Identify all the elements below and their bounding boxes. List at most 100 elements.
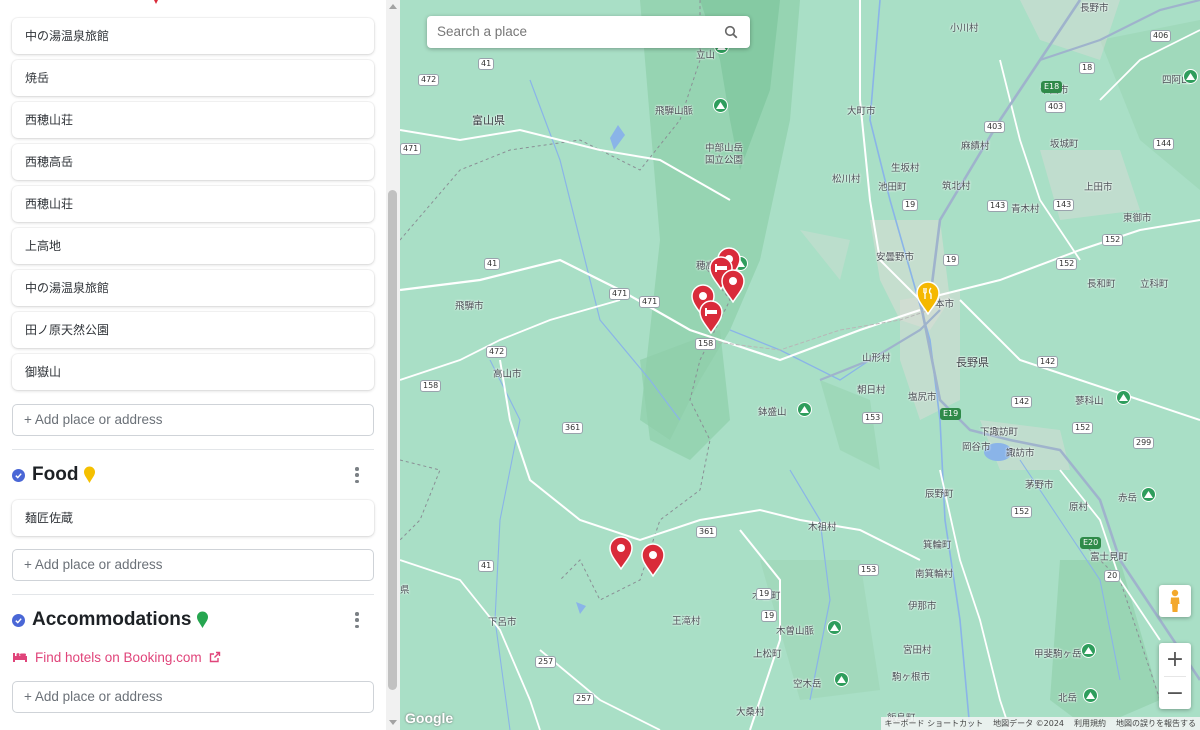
- more-options-icon[interactable]: [354, 467, 360, 483]
- map-label: 伊那市: [908, 601, 937, 612]
- park-icon[interactable]: [713, 98, 728, 113]
- park-icon[interactable]: [797, 402, 812, 417]
- map-pin-icon[interactable]: [720, 269, 746, 303]
- map-label: 飛騨市: [455, 301, 484, 312]
- map-label: 原村: [1069, 502, 1089, 513]
- map-search-input[interactable]: Search a place: [427, 16, 750, 48]
- section-divider: [12, 449, 374, 450]
- map-label: 赤岳: [1118, 493, 1138, 504]
- map-label: 富士見町: [1090, 552, 1129, 563]
- map-label: 箕輪町: [923, 540, 952, 551]
- map-label: 高山市: [493, 369, 522, 380]
- park-icon[interactable]: [827, 620, 842, 635]
- map-label: 池田町: [878, 182, 907, 193]
- route-shield: 403: [984, 121, 1006, 133]
- route-shield: E19: [940, 408, 962, 420]
- route-shield: 406: [1150, 30, 1172, 42]
- food-pin-icon[interactable]: [915, 281, 941, 315]
- park-icon[interactable]: [1141, 487, 1156, 502]
- route-shield: 403: [1045, 101, 1067, 113]
- map-label: 北岳: [1058, 693, 1078, 704]
- check-icon[interactable]: [12, 613, 25, 627]
- terms-link[interactable]: 利用規約: [1074, 717, 1106, 730]
- route-shield: 153: [862, 412, 884, 424]
- check-icon[interactable]: [12, 468, 25, 482]
- route-shield: 41: [484, 258, 501, 270]
- section-title: Food: [32, 464, 79, 485]
- route-shield: 20: [1104, 570, 1121, 582]
- map-label: 木祖村: [808, 522, 837, 533]
- place-card[interactable]: 中の湯温泉旅館: [12, 270, 374, 306]
- map-pin-icon[interactable]: [608, 536, 634, 570]
- scrollbar-thumb[interactable]: [388, 190, 397, 690]
- map-pin-icon: [197, 611, 209, 628]
- map-label: 小川村: [950, 23, 979, 34]
- map-attribution: キーボード ショートカット 地図データ ©2024 利用規約 地図の誤りを報告す…: [880, 717, 1200, 730]
- map-view[interactable]: 富山県 長野県 飛騨市 高山市 下呂市 王滝村 木曽町 木祖村 木曽山脈 上松町…: [400, 0, 1200, 730]
- scroll-down-icon[interactable]: [389, 720, 397, 726]
- add-place-input[interactable]: + Add place or address: [12, 404, 374, 436]
- route-shield: 142: [1037, 356, 1059, 368]
- google-logo: Google: [405, 710, 454, 726]
- route-shield: 471: [400, 143, 422, 155]
- place-card[interactable]: 上高地: [12, 228, 374, 264]
- map-label: 木曽山脈: [776, 626, 815, 637]
- zoom-in-button[interactable]: +: [1159, 643, 1191, 676]
- map-label: 辰野町: [925, 489, 954, 500]
- park-icon[interactable]: [1116, 390, 1131, 405]
- map-pin-icon[interactable]: [640, 543, 666, 577]
- park-icon[interactable]: [1081, 643, 1096, 658]
- route-shield: 18: [1079, 62, 1096, 74]
- map-label: 中部山岳 国立公園: [705, 143, 744, 166]
- street-view-pegman-icon[interactable]: [1159, 585, 1191, 617]
- map-label: 長和町: [1087, 279, 1116, 290]
- place-card[interactable]: 田ノ原天然公園: [12, 312, 374, 348]
- map-label: 茅野市: [1025, 480, 1054, 491]
- map-label: 下諏訪町: [980, 427, 1019, 438]
- hotel-pin-icon[interactable]: [698, 300, 724, 334]
- route-shield: E18: [1041, 81, 1063, 93]
- map-label: 山形村: [862, 353, 891, 364]
- route-shield: 361: [696, 526, 718, 538]
- map-label: 立山: [696, 50, 716, 61]
- route-shield: E20: [1080, 537, 1102, 549]
- route-shield: 152: [1072, 422, 1094, 434]
- more-options-icon[interactable]: [354, 612, 360, 628]
- map-label: 県: [400, 585, 410, 596]
- route-shield: 153: [858, 564, 880, 576]
- route-shield: 41: [478, 58, 495, 70]
- map-label: 飛騨山脈: [655, 106, 694, 117]
- map-label: 上田市: [1084, 182, 1113, 193]
- map-label: 諏訪市: [1006, 448, 1035, 459]
- keyboard-shortcuts-link[interactable]: キーボード ショートカット: [885, 717, 984, 730]
- map-label: 富山県: [472, 114, 505, 127]
- park-icon[interactable]: [834, 672, 849, 687]
- zoom-out-button[interactable]: −: [1159, 677, 1191, 710]
- park-icon[interactable]: [1083, 688, 1098, 703]
- map-label: 塩尻市: [908, 392, 937, 403]
- park-icon[interactable]: [1183, 69, 1198, 84]
- map-label: 大町市: [847, 106, 876, 117]
- place-card[interactable]: 西穂山荘: [12, 102, 374, 138]
- map-label: 王滝村: [672, 616, 701, 627]
- place-card[interactable]: 麺匠佐蔵: [12, 500, 374, 536]
- place-card[interactable]: 御嶽山: [12, 354, 374, 390]
- place-card[interactable]: 西穂高岳: [12, 144, 374, 180]
- route-shield: 152: [1102, 234, 1124, 246]
- accommodations-section-header: Accommodations: [12, 607, 209, 633]
- map-label: 筑北村: [942, 181, 971, 192]
- map-label: 長野県: [956, 356, 989, 369]
- place-card[interactable]: 西穂山荘: [12, 186, 374, 222]
- report-error-link[interactable]: 地図の誤りを報告する: [1116, 717, 1196, 730]
- search-icon[interactable]: [724, 25, 738, 39]
- route-shield: 142: [1011, 396, 1033, 408]
- place-card[interactable]: 中の湯温泉旅館: [12, 18, 374, 54]
- route-shield: 152: [1011, 506, 1033, 518]
- map-label: 坂城町: [1050, 139, 1079, 150]
- booking-link[interactable]: Find hotels on Booking.com: [12, 648, 221, 666]
- add-place-input[interactable]: + Add place or address: [12, 549, 374, 581]
- add-place-input[interactable]: + Add place or address: [12, 681, 374, 713]
- scroll-up-icon[interactable]: [389, 3, 397, 9]
- itinerary-panel: 中の湯温泉旅館 焼岳 西穂山荘 西穂高岳 西穂山荘 上高地 中の湯温泉旅館 田ノ…: [0, 0, 400, 730]
- place-card[interactable]: 焼岳: [12, 60, 374, 96]
